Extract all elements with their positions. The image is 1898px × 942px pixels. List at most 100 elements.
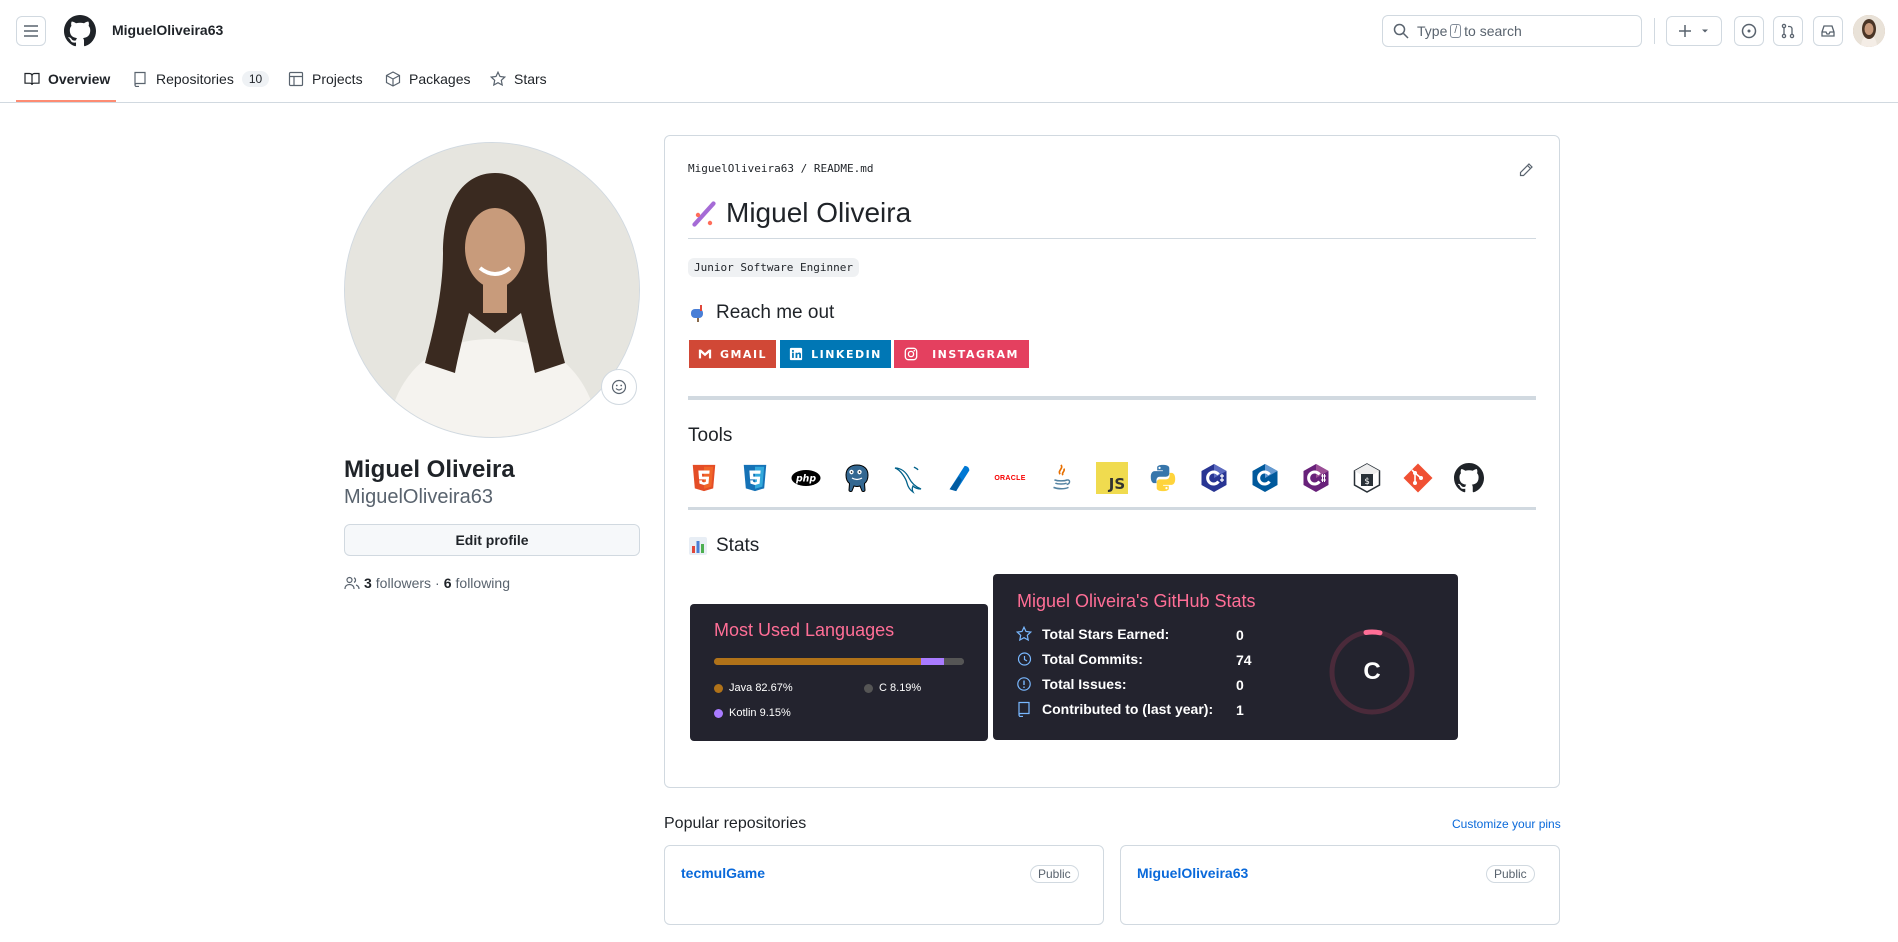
package-icon bbox=[385, 71, 401, 87]
stat-row-stars: Total Stars Earned: bbox=[1016, 626, 1169, 642]
c-plus-plus-icon bbox=[1249, 462, 1281, 494]
tab-packages-label: Packages bbox=[409, 71, 471, 87]
php-label: php bbox=[795, 473, 816, 484]
tools-heading: Tools bbox=[688, 425, 733, 446]
readme-title-divider bbox=[688, 238, 1536, 239]
repositories-counter: 10 bbox=[241, 71, 270, 87]
following-link[interactable]: 6 following bbox=[444, 575, 510, 591]
mailbox-icon bbox=[691, 305, 703, 322]
issues-button[interactable] bbox=[1734, 16, 1764, 46]
stat-row-commits: Total Commits: bbox=[1016, 651, 1143, 667]
edit-readme-button[interactable] bbox=[1518, 162, 1534, 181]
github-logo-icon[interactable] bbox=[64, 15, 96, 47]
python-icon bbox=[1147, 462, 1179, 494]
github-icon bbox=[1453, 462, 1485, 494]
hamburger-icon bbox=[24, 25, 38, 37]
language-bar-segment-java bbox=[714, 658, 921, 665]
table-icon bbox=[288, 71, 304, 87]
create-new-button[interactable] bbox=[1666, 16, 1722, 46]
language-java: Java 82.67% bbox=[714, 682, 793, 694]
instagram-badge[interactable]: INSTAGRAM bbox=[894, 340, 1029, 368]
instagram-icon bbox=[904, 347, 918, 361]
set-status-button[interactable] bbox=[601, 369, 637, 405]
inbox-icon bbox=[1821, 25, 1835, 37]
linkedin-badge[interactable]: LINKEDIN bbox=[780, 340, 891, 368]
avatar-photo bbox=[345, 143, 639, 437]
hamburger-menu-button[interactable] bbox=[16, 16, 46, 46]
php-icon: php bbox=[790, 462, 822, 494]
follow-separator: · bbox=[435, 575, 440, 591]
followers-link[interactable]: 3 followers bbox=[364, 575, 431, 591]
readme-title: Miguel Oliveira bbox=[688, 197, 911, 229]
gmail-badge-label: GMAIL bbox=[719, 347, 768, 361]
tab-packages[interactable]: Packages bbox=[385, 66, 470, 92]
tab-projects-label: Projects bbox=[312, 71, 363, 87]
tab-overview[interactable]: Overview bbox=[24, 66, 110, 92]
language-java-percent: 82.67% bbox=[755, 682, 793, 694]
header-divider bbox=[1654, 18, 1655, 44]
repo-card bbox=[664, 845, 1104, 925]
triangle-down-icon bbox=[1702, 29, 1708, 33]
tab-stars[interactable]: Stars bbox=[490, 66, 547, 92]
java-icon bbox=[1045, 462, 1077, 494]
c-sharp-icon bbox=[1300, 462, 1332, 494]
language-bar-segment-kotlin bbox=[920, 658, 944, 665]
reach-heading-text: Reach me out bbox=[716, 302, 835, 323]
customize-pins-link[interactable]: Customize your pins bbox=[1452, 817, 1561, 831]
gmail-badge[interactable]: GMAIL bbox=[689, 340, 776, 368]
tab-stars-label: Stars bbox=[514, 71, 547, 87]
tab-projects[interactable]: Projects bbox=[288, 66, 363, 92]
pull-requests-button[interactable] bbox=[1773, 16, 1803, 46]
search-input[interactable]: Type / to search bbox=[1382, 15, 1642, 47]
popular-repos-heading: Popular repositories bbox=[664, 815, 807, 832]
profile-avatar[interactable] bbox=[344, 142, 640, 438]
edit-profile-button[interactable]: Edit profile bbox=[344, 524, 640, 556]
profile-login: MiguelOliveira63 bbox=[344, 486, 493, 508]
user-avatar-button[interactable] bbox=[1853, 15, 1885, 47]
bar-chart-icon bbox=[689, 537, 707, 555]
languages-progress-bar bbox=[714, 658, 964, 665]
star-icon bbox=[490, 71, 506, 87]
repo-link-tecmulgame[interactable]: tecmulGame bbox=[681, 865, 765, 881]
skateboard-icon bbox=[692, 201, 716, 227]
gmail-icon bbox=[698, 349, 712, 359]
language-dot-c bbox=[864, 683, 873, 693]
plus-icon bbox=[1679, 25, 1691, 37]
repo-link-migueloliveira63[interactable]: MiguelOliveira63 bbox=[1137, 865, 1248, 881]
stat-value-contributed: 1 bbox=[1236, 702, 1244, 718]
history-icon bbox=[1017, 652, 1032, 666]
following-label: following bbox=[455, 575, 510, 591]
repo-icon bbox=[134, 71, 146, 87]
search-placeholder-post: to search bbox=[1464, 23, 1522, 39]
readme-path-user[interactable]: MiguelOliveira63 bbox=[688, 162, 794, 175]
language-java-name: Java bbox=[729, 682, 753, 694]
stat-value-issues: 0 bbox=[1236, 677, 1244, 693]
pencil-icon bbox=[1519, 163, 1533, 177]
reach-heading: Reach me out bbox=[688, 302, 834, 324]
most-used-languages-card: Most Used Languages Java 82.67% C 8.19% … bbox=[690, 604, 988, 741]
language-dot-java bbox=[714, 683, 723, 693]
book-icon bbox=[24, 72, 40, 86]
repo-visibility-badge: Public bbox=[1486, 865, 1535, 883]
stat-row-contributed: Contributed to (last year): bbox=[1016, 701, 1213, 717]
issue-opened-icon bbox=[1741, 23, 1757, 39]
tab-repositories-label: Repositories bbox=[156, 71, 234, 87]
tab-repositories[interactable]: Repositories 10 bbox=[132, 66, 270, 92]
avatar-small-icon bbox=[1853, 15, 1885, 47]
stats-heading: Stats bbox=[688, 535, 759, 557]
oracle-label: ORACLE bbox=[994, 474, 1026, 482]
smiley-icon bbox=[611, 379, 627, 395]
search-icon bbox=[1393, 23, 1409, 39]
language-c: C 8.19% bbox=[864, 682, 921, 694]
header-username[interactable]: MiguelOliveira63 bbox=[112, 22, 223, 38]
git-pull-request-icon bbox=[1781, 23, 1795, 39]
rank-circle: C bbox=[1328, 628, 1416, 716]
bash-icon: $ bbox=[1351, 462, 1383, 494]
readme-path-file[interactable]: README.md bbox=[814, 162, 874, 175]
stats-card-title: Miguel Oliveira's GitHub Stats bbox=[1017, 591, 1256, 611]
azure-data-studio-icon bbox=[943, 462, 975, 494]
language-c-name: C bbox=[879, 682, 887, 694]
readme-divider-2 bbox=[688, 507, 1536, 510]
stat-row-issues: Total Issues: bbox=[1016, 676, 1127, 692]
inbox-button[interactable] bbox=[1813, 16, 1843, 46]
